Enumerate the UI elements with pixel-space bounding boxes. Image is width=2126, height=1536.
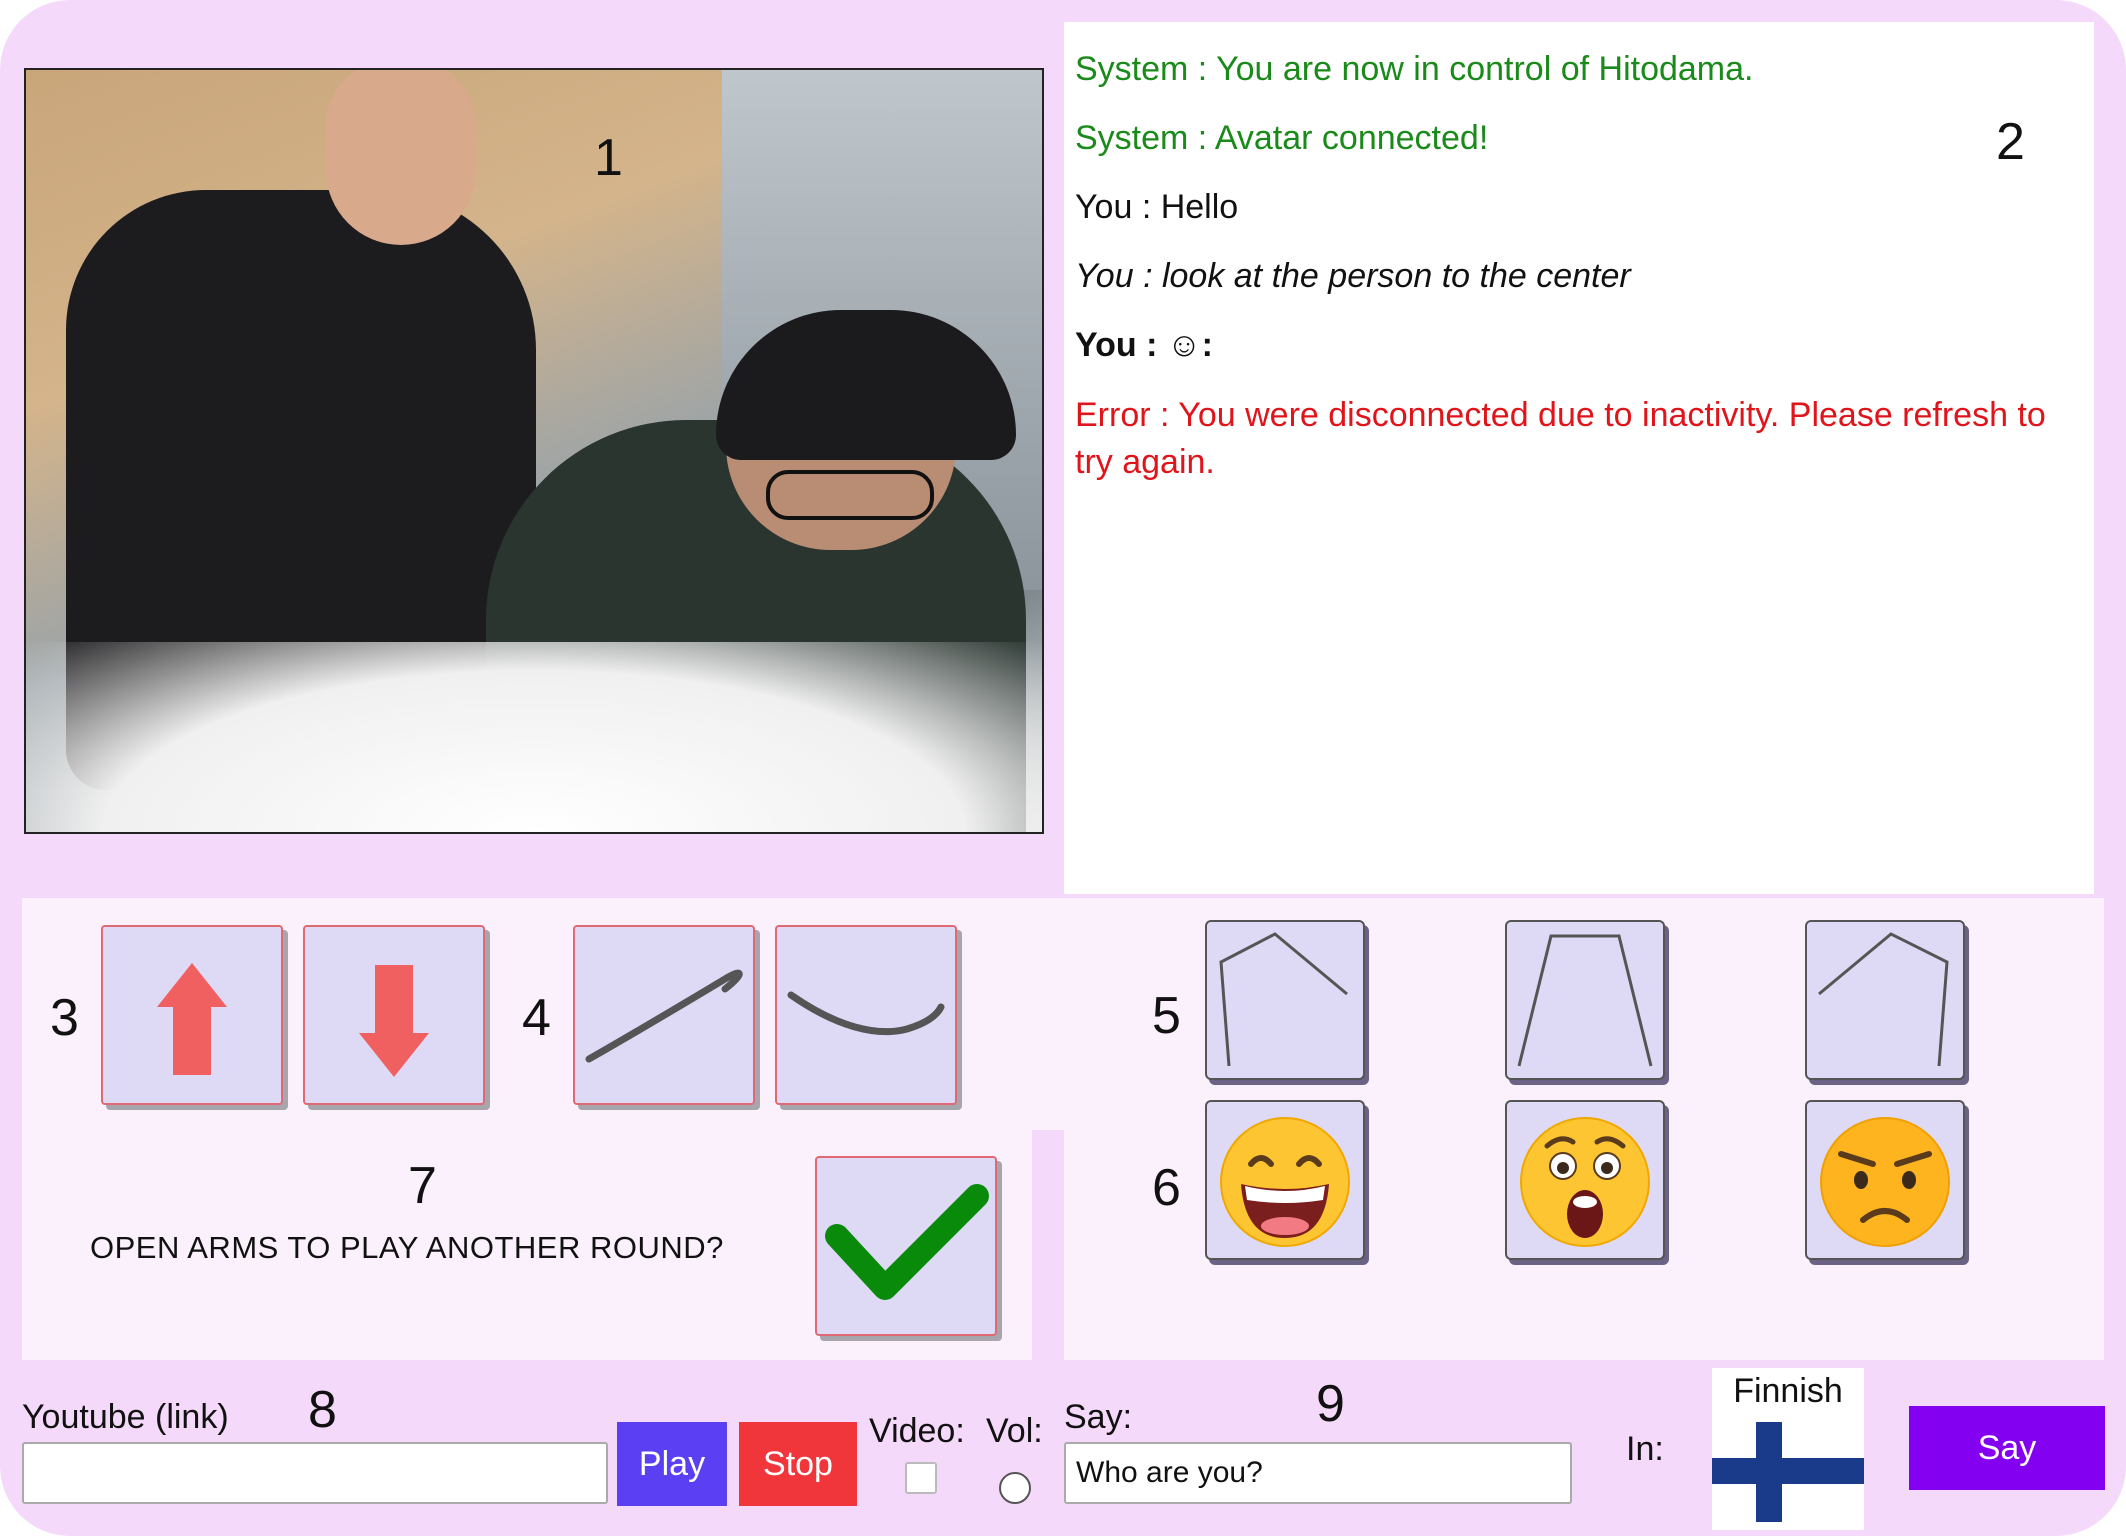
stop-button[interactable]: Stop (739, 1422, 857, 1506)
section-number-4: 4 (522, 989, 551, 1047)
pose-open-right-icon (1818, 932, 1949, 1067)
head-down-button[interactable] (303, 925, 485, 1105)
chat-message-user-command: You : look at the person to the center (1075, 257, 1631, 295)
play-button[interactable]: Play (617, 1422, 727, 1506)
section-number-8: 8 (308, 1381, 337, 1439)
checkmark-icon (825, 1184, 989, 1300)
chat-message-system: System : Avatar connected! (1075, 119, 1489, 157)
section-number-1: 1 (594, 129, 623, 187)
chat-message-user-emoji: You : ☺: (1075, 326, 1213, 364)
video-checkbox[interactable] (905, 1462, 937, 1494)
arm-curve-down-icon (787, 991, 945, 1036)
say-field-label: Say: (1064, 1398, 1133, 1436)
section-number-5: 5 (1152, 987, 1181, 1045)
section-number-2: 2 (1996, 113, 2025, 171)
person-left-head (326, 70, 476, 245)
say-input[interactable] (1064, 1442, 1572, 1504)
arrow-up-icon (157, 963, 227, 1075)
language-selector[interactable]: Finnish (1712, 1368, 1864, 1530)
emotion-button-happy[interactable] (1205, 1100, 1365, 1260)
say-button[interactable]: Say (1909, 1406, 2105, 1490)
youtube-link-input[interactable] (22, 1442, 608, 1504)
angry-face-icon (1820, 1117, 1950, 1247)
chat-log: System : You are now in control of Hitod… (1064, 22, 2094, 894)
head-up-button[interactable] (101, 925, 283, 1105)
finland-flag-icon (1712, 1422, 1864, 1522)
section-number-6: 6 (1152, 1159, 1181, 1217)
pose-button-1[interactable] (1205, 920, 1365, 1080)
pose-trapezoid-icon (1517, 934, 1653, 1067)
arm-up-button[interactable] (573, 925, 755, 1105)
section-number-3: 3 (50, 989, 79, 1047)
emotion-button-angry[interactable] (1805, 1100, 1965, 1260)
section-number-7: 7 (408, 1157, 437, 1215)
emotion-button-surprised[interactable] (1505, 1100, 1665, 1260)
language-name: Finnish (1733, 1372, 1843, 1410)
pose-button-2[interactable] (1505, 920, 1665, 1080)
chat-message-error-continued: try again. (1075, 443, 1215, 481)
chat-message-error: Error : You were disconnected due to ina… (1075, 396, 2046, 434)
grinning-face-icon (1220, 1117, 1350, 1247)
person-right-glasses (766, 470, 934, 520)
arrow-down-icon (359, 965, 429, 1077)
volume-radio[interactable] (999, 1472, 1031, 1504)
youtube-label: Youtube (link) (22, 1398, 229, 1436)
confirm-button[interactable] (815, 1156, 997, 1336)
surprised-face-icon (1520, 1117, 1650, 1247)
pose-open-left-icon (1219, 932, 1348, 1067)
vol-label: Vol: (986, 1412, 1043, 1450)
video-label: Video: (869, 1412, 965, 1450)
language-label: In: (1626, 1430, 1664, 1468)
arm-curve-up-icon (585, 969, 743, 1063)
chat-message-user: You : Hello (1075, 188, 1239, 226)
pose-button-3[interactable] (1805, 920, 1965, 1080)
video-feed: 1 (24, 68, 1044, 834)
arm-down-button[interactable] (775, 925, 957, 1105)
app-frame: 1 System : You are now in control of Hit… (0, 0, 2126, 1536)
confirm-question: OPEN ARMS TO PLAY ANOTHER ROUND? (90, 1230, 724, 1265)
section-number-9: 9 (1316, 1375, 1345, 1433)
chat-message-system: System : You are now in control of Hitod… (1075, 50, 1754, 88)
